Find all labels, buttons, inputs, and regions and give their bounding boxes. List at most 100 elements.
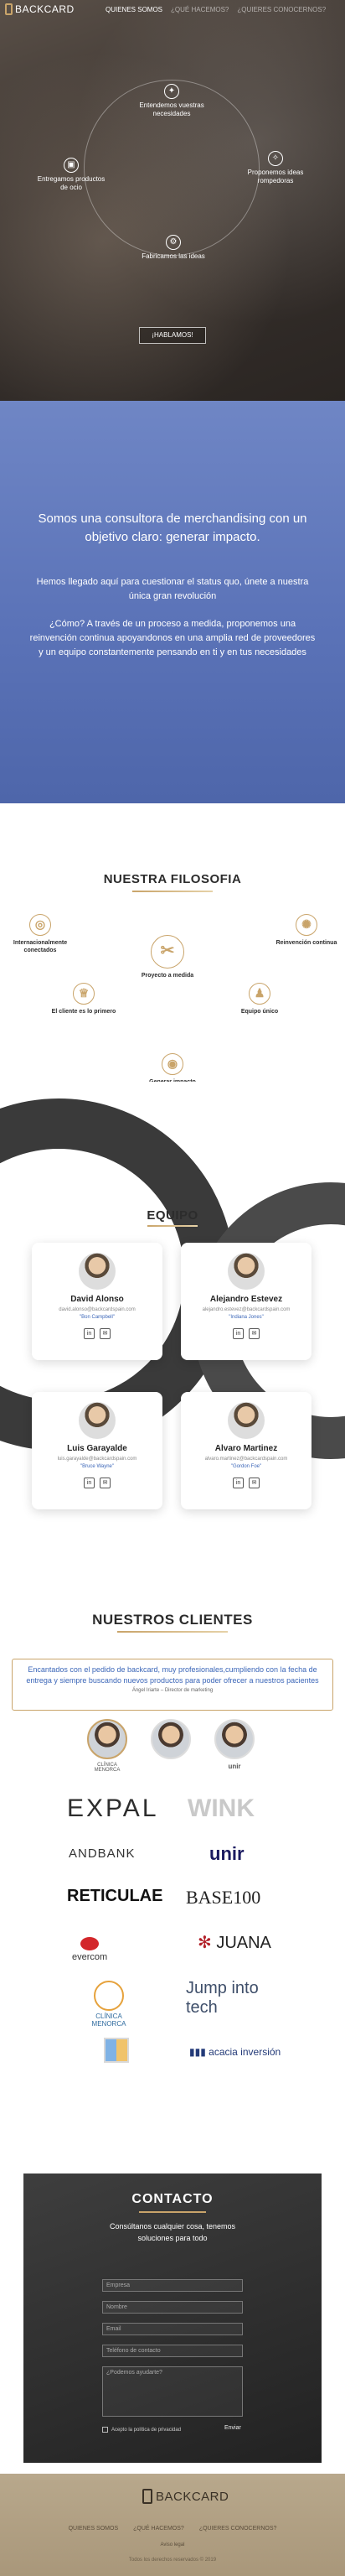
telefono-field[interactable]: Teléfono de contacto (102, 2345, 243, 2357)
testimonial-avatar[interactable] (151, 1719, 191, 1759)
testimonial-author: Ángel Iriarte – Director de marketing (131, 1688, 214, 1694)
member-quote: "Bon Campbell" (80, 1315, 115, 1320)
about-headline: Somos una consultora de merchandising co… (38, 512, 307, 544)
client-logo-jumpintotech: Jump into tech (186, 1979, 259, 2017)
logo-icon (5, 3, 13, 15)
email-icon[interactable]: ✉ (100, 1328, 111, 1339)
about-paragraph-1: Hemos llegado aquí para cuestionar el st… (36, 577, 309, 602)
step-entregamos: ▣ Entregamos productos de ocio (33, 158, 109, 192)
top-nav: BACKCARD QUIENES SOMOS ¿QUÉ HACEMOS? ¿QU… (0, 0, 345, 20)
target-icon: ◉ (162, 1053, 183, 1075)
contacto-section: CONTACTO Consúltanos cualquier cosa, ten… (23, 2174, 322, 2463)
member-quote: "Bruce Wayne" (80, 1464, 115, 1469)
client-logo-clinica-menorca: CLÍNICA MENORCA (82, 1981, 136, 2028)
email-field[interactable]: Email (102, 2323, 243, 2335)
trophy-icon: ♕ (73, 983, 95, 1005)
avatar (228, 1253, 265, 1290)
title-underline (132, 891, 213, 892)
client-logo-andbank: ANDBANK (69, 1846, 136, 1861)
hablamos-button[interactable]: ¡HABLAMOS! (139, 327, 206, 344)
testimonial-avatar[interactable] (87, 1719, 127, 1759)
client-logo-text: evercom (72, 1952, 108, 1962)
footer-copyright: Todos los derechos reservados © 2019 (128, 2558, 217, 2563)
clientes-title: NUESTROS CLIENTES (92, 1612, 253, 1628)
member-name: Alvaro Martinez (214, 1444, 278, 1453)
client-logo-acacia: ▮▮▮ acacia inversión (189, 2046, 281, 2058)
linkedin-icon[interactable]: in (233, 1328, 244, 1339)
team-card: David Alonso david.alonso@backcardspain.… (32, 1243, 162, 1360)
filosofia-item-equipo: ♟ Equipo único (226, 983, 293, 1015)
team-card: Alejandro Estevez alejandro.estevez@back… (181, 1243, 312, 1360)
filosofia-label: Internacionalmente conectados (13, 940, 68, 954)
globe-icon: ◎ (29, 914, 51, 936)
logo-text: BACKCARD (156, 2489, 229, 2504)
nav-link-quieres-conocernos[interactable]: ¿QUIERES CONOCERNOS? (237, 6, 326, 13)
footer: BACKCARD QUIENES SOMOS ¿QUÉ HACEMOS? ¿QU… (0, 2474, 345, 2576)
nav-link-que-hacemos[interactable]: ¿QUÉ HACEMOS? (171, 6, 229, 13)
filosofia-item-conectados: ◎ Internacionalmente conectados (7, 914, 74, 954)
client-logo-unir: unir (209, 1843, 245, 1864)
footer-link-quienes-somos[interactable]: QUIENES SOMOS (69, 2526, 119, 2532)
privacy-checkbox[interactable] (102, 2427, 108, 2433)
site-logo[interactable]: BACKCARD (5, 3, 75, 15)
footer-link-quieres-conocernos[interactable]: ¿QUIERES CONOCERNOS? (199, 2526, 277, 2532)
title-underline (147, 1225, 198, 1227)
email-icon[interactable]: ✉ (249, 1478, 260, 1488)
contacto-title: CONTACTO (131, 2192, 214, 2206)
member-email[interactable]: alejandro.estevez@backcardspain.com (181, 1307, 312, 1312)
step-proponemos: ✧ Proponemos ideas rompedoras (238, 151, 313, 185)
member-email[interactable]: david.alonso@backcardspain.com (32, 1307, 162, 1312)
team-card: Alvaro Martinez alvaro.martinez@backcard… (181, 1392, 312, 1509)
member-email[interactable]: luis.garayalde@backcardspain.com (32, 1457, 162, 1462)
member-quote: "Indiana Jones" (229, 1315, 264, 1320)
linkedin-icon[interactable]: in (84, 1328, 95, 1339)
testimonial-text: Encantados con el pedido de backcard, mu… (26, 1665, 319, 1685)
client-logo-text: acacia inversión (209, 2046, 281, 2058)
step-label: Entendemos vuestras necesidades (139, 101, 204, 117)
privacy-label: Acepto la política de privacidad (111, 2427, 182, 2433)
client-logo-square (104, 2038, 129, 2063)
client-logo-text: CLÍNICA MENORCA (91, 2012, 126, 2028)
member-quote: "Gordon Foe" (230, 1464, 262, 1469)
footer-link-que-hacemos[interactable]: ¿QUÉ HACEMOS? (133, 2526, 184, 2532)
about-section: Somos una consultora de merchandising co… (0, 401, 345, 803)
avatar (79, 1402, 116, 1439)
asterisk-icon: ✻ (198, 1934, 212, 1952)
footer-legal-link[interactable]: Aviso legal (0, 2542, 345, 2547)
team-icon: ♟ (249, 983, 270, 1005)
avatar-caption: CLÍNICA MENORCA (94, 1763, 121, 1773)
client-logo-juana: ✻ JUANA (198, 1932, 271, 1953)
email-icon[interactable]: ✉ (249, 1328, 260, 1339)
linkedin-icon[interactable]: in (233, 1478, 244, 1488)
filosofia-title: NUESTRA FILOSOFIA (103, 872, 242, 886)
filosofia-label: Proyecto a medida (141, 973, 194, 979)
client-logo-evercom: evercom (72, 1937, 107, 1962)
nav-link-quienes-somos[interactable]: QUIENES SOMOS (106, 6, 162, 13)
gear-icon: ⚙ (166, 235, 181, 250)
bulb-icon: ✺ (296, 914, 317, 936)
send-button[interactable]: Enviar (224, 2425, 241, 2431)
step-label: Proponemos ideas rompedoras (247, 169, 304, 184)
lightbulb-icon: ✦ (164, 84, 179, 99)
nombre-field[interactable]: Nombre (102, 2301, 243, 2314)
client-logo-expal: EXPAL (67, 1794, 159, 1822)
box-icon: ▣ (64, 158, 79, 173)
step-entendemos: ✦ Entendemos vuestras necesidades (134, 84, 209, 118)
member-name: David Alonso (70, 1295, 124, 1304)
footer-logo[interactable]: BACKCARD (142, 2489, 229, 2504)
filosofia-item-reinvencion: ✺ Reinvención continua (273, 914, 340, 947)
equipo-title: EQUIPO (147, 1208, 198, 1223)
needle-thread-icon: ✂ (151, 935, 184, 969)
testimonial-avatar[interactable] (214, 1719, 255, 1759)
message-textarea[interactable]: ¿Podemos ayudarte? (102, 2366, 243, 2417)
filosofia-item-proyecto: ✂ Proyecto a medida (134, 935, 201, 979)
client-logo-wink: WINK (188, 1794, 255, 1822)
contacto-subtitle: Consúltanos cualquier cosa, tenemos solu… (109, 2222, 236, 2242)
email-icon[interactable]: ✉ (100, 1478, 111, 1488)
empresa-field[interactable]: Empresa (102, 2279, 243, 2292)
linkedin-icon[interactable]: in (84, 1478, 95, 1488)
avatar-caption: unir (228, 1763, 241, 1770)
team-card: Luis Garayalde luis.garayalde@backcardsp… (32, 1392, 162, 1509)
member-email[interactable]: alvaro.martinez@backcardspain.com (181, 1457, 312, 1462)
evercom-icon (80, 1937, 100, 1950)
